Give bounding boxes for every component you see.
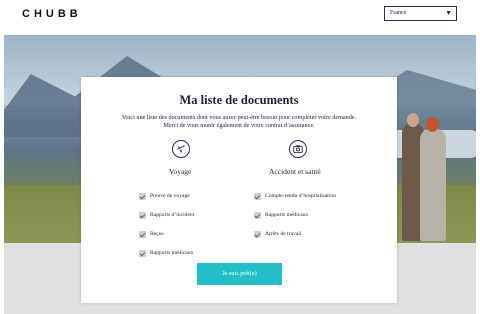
list-item-label: Rapports médicaux [150,250,194,256]
check-icon [139,250,146,257]
list-item: Rapports médicaux [254,212,336,231]
list-item-label: Rapports médicaux [265,212,309,218]
list-item-label: Arrêts de travail [265,231,302,237]
list-item: Arrêts de travail [254,231,336,250]
country-select[interactable]: France ▼ [384,6,457,21]
country-select-value: France [390,10,407,16]
check-icon [254,212,261,219]
airplane-icon [172,140,190,158]
list-item-label: Compte-rendu d’hospitalisation [265,193,336,199]
list-item: Reçus [139,231,194,250]
site-header: CHUBB France ▼ [0,0,480,34]
hero-person-man-head [407,113,419,127]
check-icon [139,193,146,200]
check-icon [139,231,146,238]
list-item: Rapports d’incident [139,212,194,231]
category-title-voyage: Voyage [169,167,192,176]
list-item-label: Reçus [150,231,164,237]
page-title: Ma liste de documents [179,93,299,107]
list-item-label: Rapports d’incident [150,212,195,218]
list-item: Rapports médicaux [139,250,194,269]
list-item-label: Preuve de voyage [150,193,190,199]
list-item: Preuve de voyage [139,193,194,212]
check-icon [254,231,261,238]
hero-couple [402,113,448,243]
hero-person-woman [420,129,446,241]
intro-text: Voici une liste des documents dont vous … [121,114,357,129]
hero-person-woman-head [426,117,439,132]
list-item: Compte-rendu d’hospitalisation [254,193,336,212]
chevron-down-icon: ▼ [445,9,452,17]
chubb-logo[interactable]: CHUBB [22,8,82,20]
check-icon [254,193,261,200]
documents-card: Ma liste de documents Voici une liste de… [81,77,397,303]
camera-icon [289,140,307,158]
category-title-accident-sante: Accident et santé [269,167,321,176]
voyage-document-list: Preuve de voyage Rapports d’incident Reç… [139,193,194,269]
check-icon [139,212,146,219]
ready-button[interactable]: Je suis prêt(e) [197,263,282,285]
accident-sante-document-list: Compte-rendu d’hospitalisation Rapports … [254,193,336,250]
